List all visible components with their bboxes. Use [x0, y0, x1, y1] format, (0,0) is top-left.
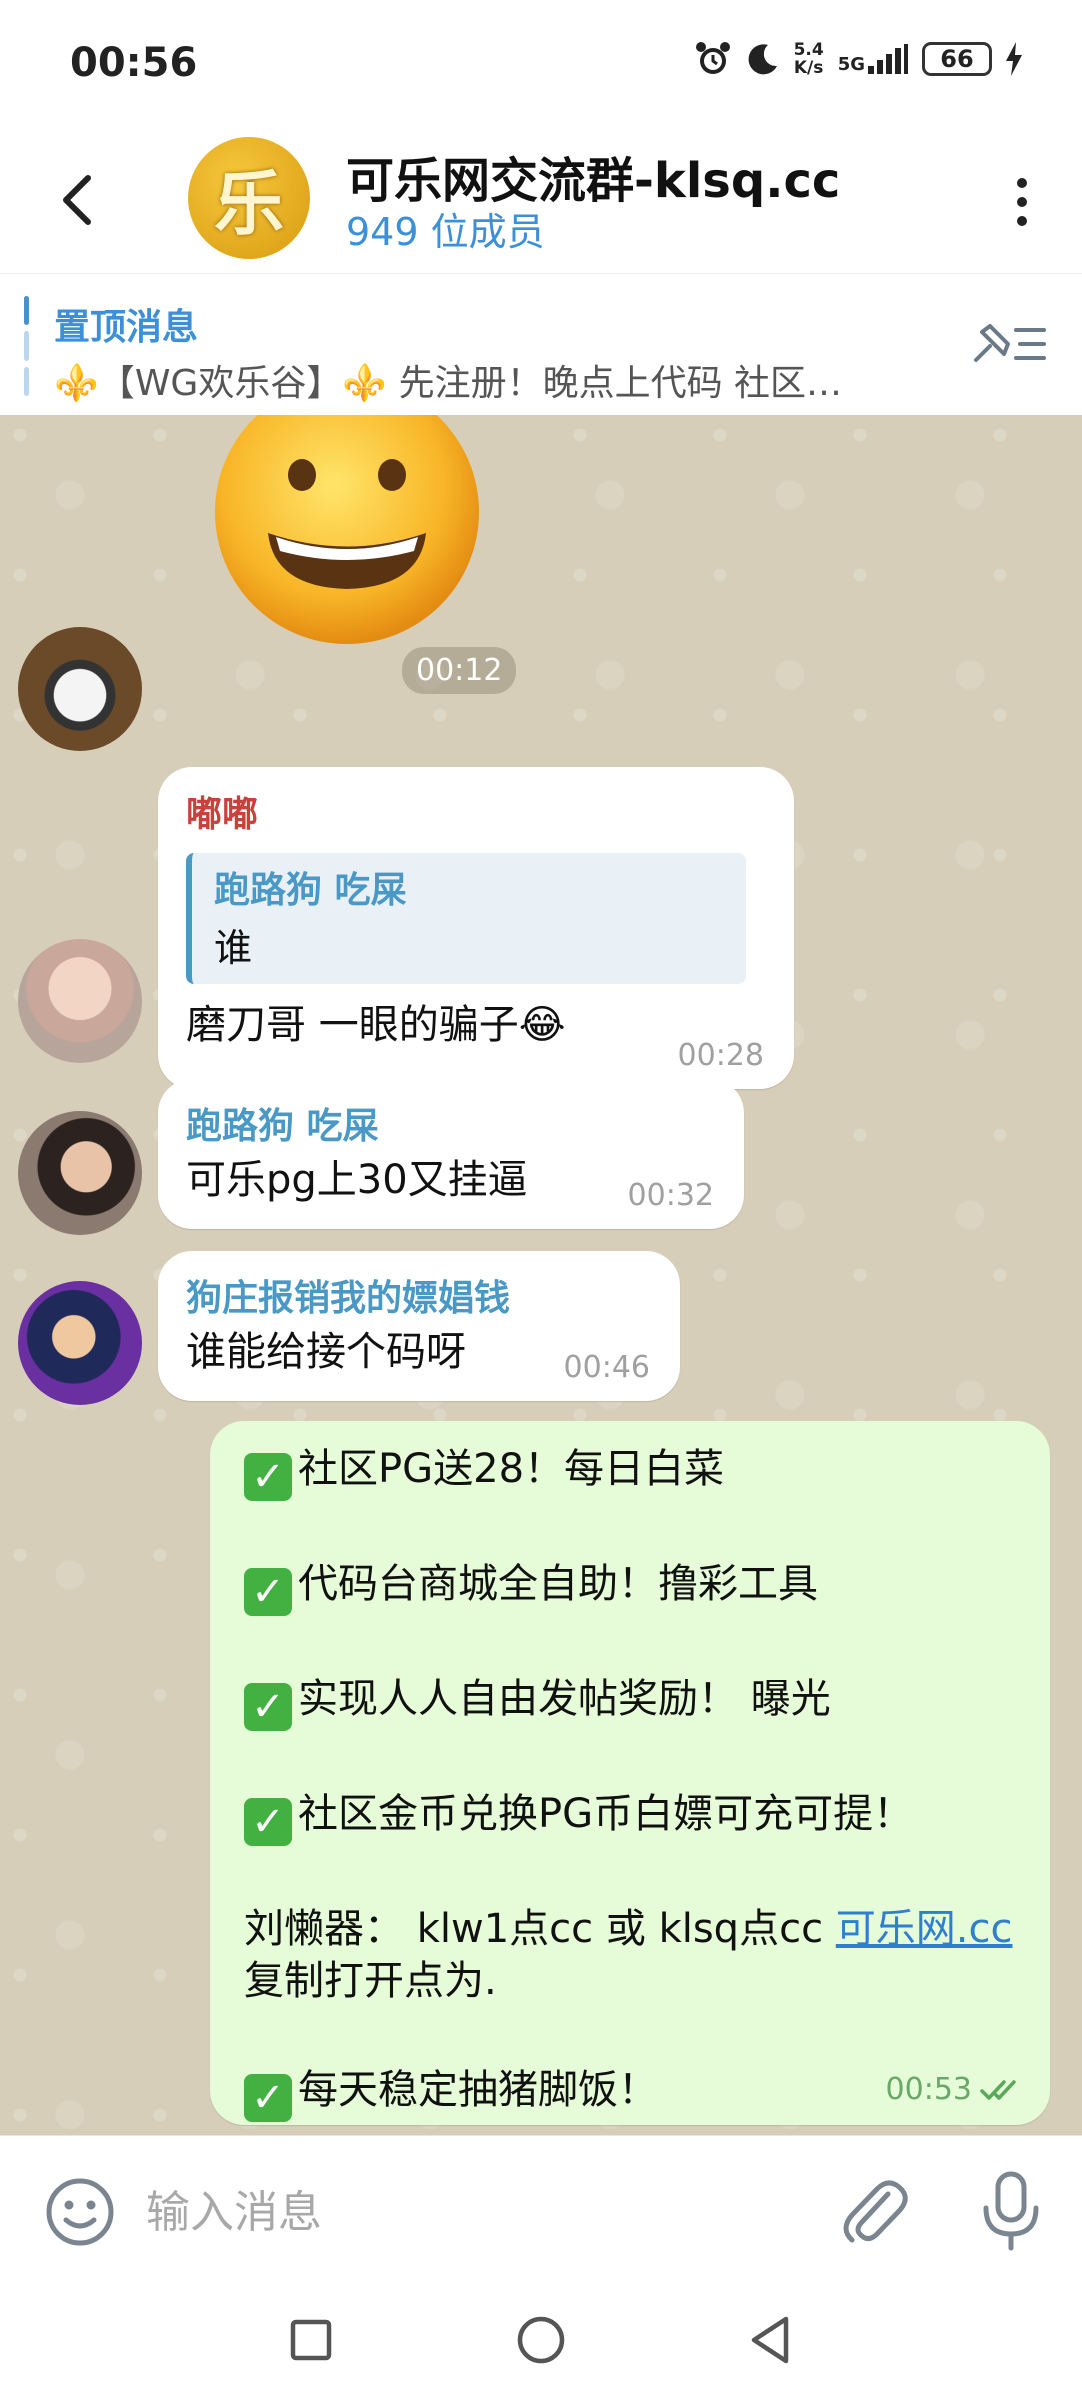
- back-arrow-icon: [63, 175, 91, 225]
- sender-name[interactable]: 嘟嘟: [186, 785, 766, 837]
- message-line: ✓ 社区金币兑换PG币白嫖可充可提！: [244, 1788, 1016, 1846]
- pinned-message-bar[interactable]: 置顶消息 ⚜️【WG欢乐谷】⚜️ 先注册！晚点上代码 社区…: [0, 273, 1082, 415]
- check-mark-icon: ✓: [244, 1568, 292, 1616]
- chat-header: 乐 可乐网交流群-klsq.cc 949 位成员: [0, 125, 1082, 273]
- avatar[interactable]: [18, 939, 142, 1063]
- reply-text: 谁: [214, 926, 253, 970]
- message-line-text: 实现人人自由发帖奖励！ 曝光: [298, 1676, 831, 1722]
- check-mark-icon: ✓: [244, 1798, 292, 1846]
- sender-name[interactable]: 狗庄报销我的嫖娼钱: [186, 1269, 652, 1321]
- message-time: 00:46: [563, 1350, 650, 1385]
- home-button[interactable]: [506, 2305, 576, 2375]
- chat-area[interactable]: 00:12 嘟嘟 跑路狗 吃屎 谁 磨刀哥 一眼的骗子😂 00:28 跑路狗 吃…: [0, 415, 1082, 2135]
- charging-bolt-icon: [1006, 42, 1022, 76]
- status-time: 00:56: [70, 40, 198, 86]
- message-bubble[interactable]: 狗庄报销我的嫖娼钱 谁能给接个码呀 00:46: [158, 1251, 680, 1401]
- square-icon: [290, 2319, 332, 2361]
- message-line-text: 复制打开点为.: [244, 1958, 497, 2004]
- status-bar: 00:56 5.4 K/s 5G 66: [0, 0, 1082, 125]
- message-time: 00:53: [885, 2072, 972, 2107]
- back-button[interactable]: [46, 165, 106, 235]
- message-line-text: 社区PG送28！每日白菜: [298, 1446, 725, 1492]
- network-speed-value: 5.4: [793, 40, 824, 60]
- pinned-text: ⚜️【WG欢乐谷】⚜️ 先注册！晚点上代码 社区…: [54, 363, 843, 404]
- message-line-text: 代码台商城全自助！撸彩工具: [298, 1561, 818, 1607]
- message-link[interactable]: 可乐网.cc: [836, 1906, 1013, 1952]
- more-options-button[interactable]: [1002, 167, 1042, 237]
- reply-sender-name: 跑路狗 吃屎: [214, 870, 407, 911]
- system-navigation-bar: [0, 2285, 1082, 2400]
- message-time-status: 00:53: [886, 2072, 1020, 2107]
- message-line: ✓ 代码台商城全自助！撸彩工具: [244, 1558, 1016, 1616]
- pinned-title: 置顶消息: [54, 307, 199, 348]
- message-bubble[interactable]: 跑路狗 吃屎 可乐pg上30又挂逼 00:32: [158, 1079, 744, 1229]
- network-speed: 5.4 K/s: [794, 41, 824, 77]
- voice-record-button[interactable]: [976, 2168, 1046, 2254]
- message-line-text: 社区金币兑换PG币白嫖可充可提！: [298, 1791, 914, 1837]
- more-dot-icon: [1017, 178, 1027, 188]
- paperclip-icon: [843, 2180, 908, 2243]
- message-time: 00:32: [627, 1178, 714, 1213]
- do-not-disturb-moon-icon: [746, 42, 780, 76]
- member-count[interactable]: 949 位成员: [346, 201, 545, 256]
- check-mark-icon: ✓: [244, 1453, 292, 1501]
- check-mark-icon: ✓: [244, 2074, 292, 2122]
- battery-level: 66: [940, 45, 974, 73]
- avatar[interactable]: [18, 1281, 142, 1405]
- reply-preview[interactable]: 跑路狗 吃屎 谁: [186, 853, 746, 984]
- message-line-text: 刘懒器： klw1点cc 或 klsq点cc: [244, 1906, 836, 1952]
- message-line: ✓ 实现人人自由发帖奖励！ 曝光: [244, 1673, 1016, 1731]
- group-avatar[interactable]: 乐: [188, 137, 310, 259]
- pinned-indicator: [24, 296, 29, 396]
- message-input-bar: [0, 2135, 1082, 2285]
- more-dot-icon: [1017, 216, 1027, 226]
- message-input[interactable]: [146, 2176, 796, 2248]
- smiley-icon: [46, 2178, 114, 2246]
- microphone-icon: [983, 2171, 1039, 2251]
- pinned-list-button[interactable]: [968, 314, 1048, 374]
- pin-list-icon: [974, 324, 1046, 362]
- signal-icon: 5G: [838, 44, 908, 74]
- avatar[interactable]: [18, 1111, 142, 1235]
- message-line: ✓ 社区PG送28！每日白菜: [244, 1443, 1016, 1501]
- circle-icon: [517, 2316, 565, 2364]
- sticker-timestamp: 00:12: [402, 647, 517, 694]
- recent-apps-button[interactable]: [276, 2305, 346, 2375]
- network-type: 5G: [837, 54, 865, 75]
- message-time: 00:28: [677, 1038, 764, 1073]
- alarm-icon: [694, 40, 732, 78]
- own-message-bubble[interactable]: ✓ 社区PG送28！每日白菜 ✓ 代码台商城全自助！撸彩工具 ✓ 实现人人自由发帖奖励…: [210, 1421, 1050, 2125]
- avatar[interactable]: [18, 627, 142, 751]
- grinning-face-sticker[interactable]: [210, 415, 485, 650]
- triangle-back-icon: [751, 2316, 789, 2364]
- group-avatar-char: 乐: [214, 162, 284, 245]
- attach-button[interactable]: [836, 2172, 912, 2252]
- system-back-button[interactable]: [736, 2305, 806, 2375]
- sender-name[interactable]: 跑路狗 吃屎: [186, 1097, 716, 1149]
- network-speed-unit: K/s: [793, 58, 824, 78]
- check-mark-icon: ✓: [244, 1683, 292, 1731]
- emoji-button[interactable]: [44, 2176, 116, 2248]
- read-double-check-icon: [980, 2079, 1016, 2100]
- more-dot-icon: [1017, 197, 1027, 207]
- status-icons: 5.4 K/s 5G 66: [694, 40, 1022, 78]
- message-bubble[interactable]: 嘟嘟 跑路狗 吃屎 谁 磨刀哥 一眼的骗子😂 00:28: [158, 767, 794, 1089]
- battery-icon: 66: [922, 42, 992, 76]
- message-line-text: 每天稳定抽猪脚饭！: [298, 2067, 658, 2113]
- message-line: 刘懒器： klw1点cc 或 klsq点cc 可乐网.cc 复制打开点为.: [244, 1903, 1016, 2007]
